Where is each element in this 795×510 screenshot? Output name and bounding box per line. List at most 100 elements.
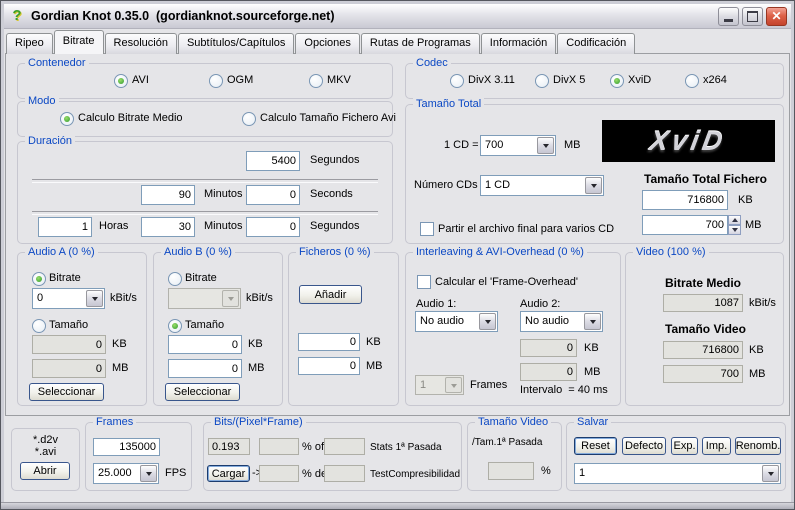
radio-audio-b-bitrate[interactable] [168,272,182,286]
divider [32,179,378,183]
tab-subtitulos-capitulos[interactable]: Subtítulos/Capítulos [177,33,295,54]
audio-b-kb-input[interactable] [168,335,242,354]
radio-divx5[interactable] [535,74,549,88]
chevron-down-icon[interactable] [585,177,602,194]
group-title: Audio A (0 %) [25,246,98,259]
audio-b-mb-input[interactable] [168,359,242,378]
radio-audio-a-tamano-label[interactable]: Tamaño [49,319,88,332]
segundos-totales-input[interactable] [246,151,300,171]
radio-avi-label[interactable]: AVI [132,74,149,87]
horas-input[interactable] [38,217,92,237]
numero-cds-combobox[interactable]: 1 CD [480,175,604,196]
audio-a-seleccionar-button[interactable]: Seleccionar [29,383,104,401]
group-interleaving: Interleaving & AVI-Overhead (0 %) Calcul… [405,246,621,406]
spinner-up-icon[interactable] [728,215,741,225]
renombrar-button[interactable]: Renomb. [735,437,781,455]
seconds-input[interactable] [246,185,300,205]
radio-audio-a-bitrate-label[interactable]: Bitrate [49,272,81,285]
filetype-avi-label: *.avi [34,446,57,458]
audio-a-bitrate-combobox[interactable]: 0 [32,288,105,309]
frame-overhead-checkbox-label[interactable]: Calcular el 'Frame-Overhead' [435,276,578,289]
group-title: Codec [413,57,451,70]
tab-rutas-de-programas[interactable]: Rutas de Programas [360,33,480,54]
chevron-down-icon[interactable] [479,313,496,330]
chevron-down-icon[interactable] [140,465,157,482]
tab-ripeo[interactable]: Ripeo [6,33,53,54]
radio-x264-label[interactable]: x264 [703,74,727,87]
split-file-checkbox[interactable] [420,222,434,236]
exportar-button[interactable]: Exp. [671,437,698,455]
radio-calculo-tamano-fichero[interactable] [242,112,256,126]
maximize-button[interactable] [742,6,763,26]
chevron-down-icon[interactable] [537,137,554,154]
anadir-button[interactable]: Añadir [299,285,362,304]
interleaving-mb-unit: MB [584,366,601,378]
ficheros-mb-input[interactable] [298,357,360,375]
radio-calculo-bitrate-medio[interactable] [60,112,74,126]
audio1-combobox[interactable]: No audio [415,311,498,332]
chevron-down-icon[interactable] [762,465,779,482]
group-modo: Modo Calculo Bitrate Medio Calculo Tamañ… [17,95,396,137]
minutos2-input[interactable] [141,217,195,237]
total-kb-input[interactable] [642,190,728,210]
radio-xvid[interactable] [610,74,624,88]
radio-divx5-label[interactable]: DivX 5 [553,74,585,87]
importar-button[interactable]: Imp. [702,437,731,455]
gordian-knot-question-mark-icon: ? [12,7,22,24]
minutos-input[interactable] [141,185,195,205]
radio-x264[interactable] [685,74,699,88]
group-title: Tamaño Video [475,416,552,429]
split-file-checkbox-label[interactable]: Partir el archivo final para varios CD [438,223,614,236]
segundos2-input[interactable] [246,217,300,237]
group-tamano-video-pasada: Tamaño Video /Tam.1ª Pasada % [467,416,562,491]
radio-audio-b-bitrate-label[interactable]: Bitrate [185,272,217,285]
radio-audio-a-bitrate[interactable] [32,272,46,286]
tab-opciones[interactable]: Opciones [295,33,360,54]
radio-audio-b-tamano[interactable] [168,319,182,333]
bpf-value-output [208,438,250,455]
tab-resolucion[interactable]: Resolución [104,33,177,54]
audio2-combobox[interactable]: No audio [520,311,603,332]
chevron-down-icon[interactable] [86,290,103,307]
total-mb-spinner [728,215,741,235]
minimize-button[interactable] [718,6,739,26]
radio-audio-a-tamano[interactable] [32,319,46,333]
defecto-button[interactable]: Defecto [622,437,666,455]
cd-size-combobox[interactable]: 700 [480,135,556,156]
radio-ogm-label[interactable]: OGM [227,74,253,87]
frames-count-input[interactable] [93,438,160,456]
reset-button[interactable]: Reset [574,437,617,455]
video-bitrate-unit: kBit/s [749,297,776,309]
cargar-button[interactable]: Cargar [207,465,250,482]
interleaving-mb-input [520,363,577,381]
preset-combobox[interactable]: 1 [574,463,781,484]
group-title: Bits/(Pixel*Frame) [211,416,306,429]
video-mb-output [663,365,743,383]
radio-divx311-label[interactable]: DivX 3.11 [468,74,515,87]
audio-b-seleccionar-button[interactable]: Seleccionar [165,383,240,401]
radio-mkv-label[interactable]: MKV [327,74,351,87]
tab-codificacion[interactable]: Codificación [557,33,636,54]
total-mb-input[interactable] [642,215,728,235]
radio-ogm[interactable] [209,74,223,88]
fps-label: FPS [165,467,187,479]
radio-divx311[interactable] [450,74,464,88]
radio-mkv[interactable] [309,74,323,88]
tab-bitrate[interactable]: Bitrate [53,30,104,54]
spinner-down-icon[interactable] [728,225,741,235]
close-button[interactable]: ✕ [766,6,787,26]
ficheros-kb-input[interactable] [298,333,360,351]
frames-interval-label: Frames [470,379,508,391]
abrir-button[interactable]: Abrir [20,462,70,480]
frame-overhead-checkbox[interactable] [417,275,431,289]
fps-combobox[interactable]: 25.000 [93,463,159,484]
radio-calculo-bitrate-medio-label[interactable]: Calculo Bitrate Medio [78,112,183,125]
radio-avi[interactable] [114,74,128,88]
group-video: Video (100 %) Bitrate Medio kBit/s Tamañ… [625,246,784,406]
tab-informacion[interactable]: Información [480,33,557,54]
radio-calculo-tamano-fichero-label[interactable]: Calculo Tamaño Fichero Avi [260,112,396,125]
radio-xvid-label[interactable]: XviD [628,74,651,87]
cd-equals-label: 1 CD = [444,139,479,151]
chevron-down-icon[interactable] [584,313,601,330]
radio-audio-b-tamano-label[interactable]: Tamaño [185,319,224,332]
